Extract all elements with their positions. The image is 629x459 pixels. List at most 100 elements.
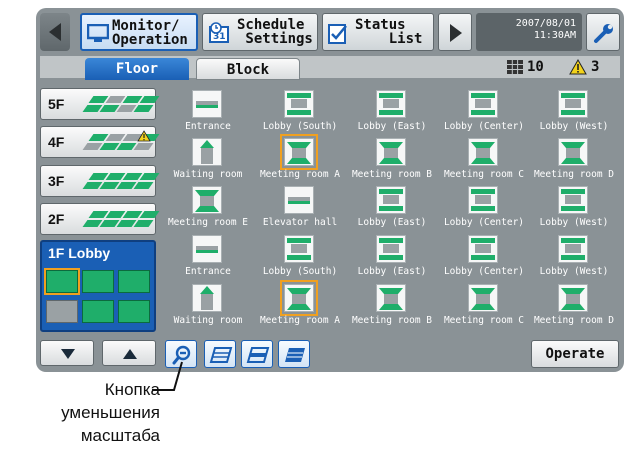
arrow-left-icon (49, 23, 61, 41)
ac-unit-icon (558, 284, 588, 312)
lobby-zone-tile (118, 270, 150, 293)
unit-name: Entrance (185, 121, 231, 132)
unit-tile[interactable]: Meeting room A (254, 280, 346, 329)
monitor-icon (87, 24, 109, 42)
unit-tile[interactable]: Lobby (East) (346, 183, 438, 231)
floor-button-5f[interactable]: 5F (40, 88, 160, 120)
unit-tile[interactable]: Elevator hall (254, 183, 346, 231)
warning-icon (137, 130, 151, 142)
unit-tile[interactable]: Lobby (Center) (438, 183, 530, 231)
ac-unit-icon (376, 138, 406, 166)
unit-tile[interactable]: Meeting room B (346, 135, 438, 183)
floor-button-current[interactable]: 1F Lobby (40, 240, 156, 332)
ac-unit-icon (468, 138, 498, 166)
scroll-up-button[interactable] (102, 340, 156, 366)
datetime-display: 2007/08/01 11:30AM (476, 13, 582, 51)
unit-tile[interactable]: Entrance (162, 232, 254, 280)
floor-label: 4F (48, 134, 65, 150)
lobby-zone-tile (118, 300, 150, 323)
unit-tile[interactable]: Meeting room C (438, 281, 530, 329)
unit-name: Meeting room E (167, 217, 249, 228)
unit-name: Waiting room (173, 315, 243, 326)
unit-name: Lobby (Center) (443, 266, 525, 277)
unit-tile[interactable]: Meeting room A (254, 134, 346, 183)
unit-name: Meeting room C (443, 169, 525, 180)
ac-unit-icon (558, 90, 588, 118)
ac-unit-icon (376, 235, 406, 263)
unit-tile[interactable]: Lobby (South) (254, 232, 346, 280)
ac-unit-icon (284, 186, 314, 214)
unit-name: Meeting room B (351, 315, 433, 326)
current-floor-label: 1F Lobby (48, 245, 111, 261)
caption-line-1: Кнопка (104, 380, 160, 399)
unit-name: Meeting room D (533, 169, 615, 180)
scroll-down-button[interactable] (40, 340, 94, 366)
ac-unit-icon (192, 138, 222, 166)
lobby-zone-tile (44, 268, 80, 295)
units-grid-icon (507, 60, 523, 74)
unit-tile[interactable]: Meeting room B (346, 281, 438, 329)
ac-unit-icon (192, 90, 222, 118)
prev-button[interactable] (40, 13, 70, 51)
unit-name: Meeting room A (259, 315, 341, 326)
layer-outline-icon (209, 347, 233, 363)
caption-line-3: масштаба (80, 426, 160, 445)
floor-zone-tile (133, 182, 154, 189)
ac-unit-icon (192, 186, 222, 214)
unit-grid: Entrance Lobby (South) Lobby (East) Lobby (… (162, 85, 620, 335)
monitor-operation-label: Monitor/ Operation (112, 18, 188, 48)
floor-label: 2F (48, 211, 65, 227)
unit-name: Elevator hall (262, 217, 338, 228)
unit-name: Entrance (185, 266, 231, 277)
unit-name: Lobby (South) (262, 121, 338, 132)
unit-tile[interactable]: Lobby (West) (528, 183, 620, 231)
wrench-icon (594, 24, 613, 43)
arrow-up-icon (123, 349, 137, 359)
floor-button-3f[interactable]: 3F (40, 165, 160, 197)
next-button[interactable] (438, 13, 472, 51)
unit-name: Lobby (Center) (443, 121, 525, 132)
unit-name: Meeting room A (259, 169, 341, 180)
unit-tile[interactable]: Lobby (East) (346, 232, 438, 280)
unit-tile[interactable]: Lobby (Center) (438, 87, 530, 135)
ac-unit-icon (284, 235, 314, 263)
unit-tile[interactable]: Lobby (South) (254, 87, 346, 135)
status-list-button[interactable]: Status List (322, 13, 434, 51)
unit-tile[interactable]: Meeting room E (162, 183, 254, 231)
unit-tile[interactable]: Lobby (East) (346, 87, 438, 135)
ac-unit-icon (284, 90, 314, 118)
unit-tile[interactable]: Waiting room (162, 281, 254, 329)
layout-view-button-1[interactable] (204, 340, 236, 368)
arrow-down-icon (61, 349, 75, 359)
unit-name: Lobby (West) (539, 217, 609, 228)
warning-icon (569, 59, 587, 75)
unit-tile[interactable]: Lobby (West) (528, 87, 620, 135)
unit-tile[interactable]: Entrance (162, 87, 254, 135)
layout-view-button-3[interactable] (278, 340, 310, 368)
unit-name: Lobby (South) (262, 266, 338, 277)
ac-unit-icon (280, 280, 318, 316)
maintenance-button[interactable] (586, 13, 620, 51)
unit-tile[interactable]: Lobby (Center) (438, 232, 530, 280)
unit-tile[interactable]: Meeting room D (528, 281, 620, 329)
ac-unit-icon (192, 284, 222, 312)
unit-tile[interactable]: Lobby (West) (528, 232, 620, 280)
operate-button[interactable]: Operate (531, 340, 619, 368)
unit-name: Lobby (West) (539, 121, 609, 132)
ac-unit-icon (468, 235, 498, 263)
lobby-zone-tile (82, 270, 114, 293)
ac-unit-icon (376, 186, 406, 214)
unit-tile[interactable]: Meeting room D (528, 135, 620, 183)
floor-button-4f[interactable]: 4F (40, 126, 160, 158)
tab-floor[interactable]: Floor (85, 58, 189, 80)
calendar-clock-icon: 31 (209, 22, 229, 43)
monitor-operation-button[interactable]: Monitor/ Operation (80, 13, 198, 51)
unit-tile[interactable]: Meeting room C (438, 135, 530, 183)
floor-button-2f[interactable]: 2F (40, 203, 160, 235)
schedule-settings-button[interactable]: 31 Schedule Settings (202, 13, 318, 51)
unit-tile[interactable]: Waiting room (162, 135, 254, 183)
tab-block[interactable]: Block (196, 58, 300, 80)
caption-line-2: уменьшения (61, 403, 160, 422)
layout-view-button-2[interactable] (241, 340, 273, 368)
ac-unit-icon (376, 284, 406, 312)
